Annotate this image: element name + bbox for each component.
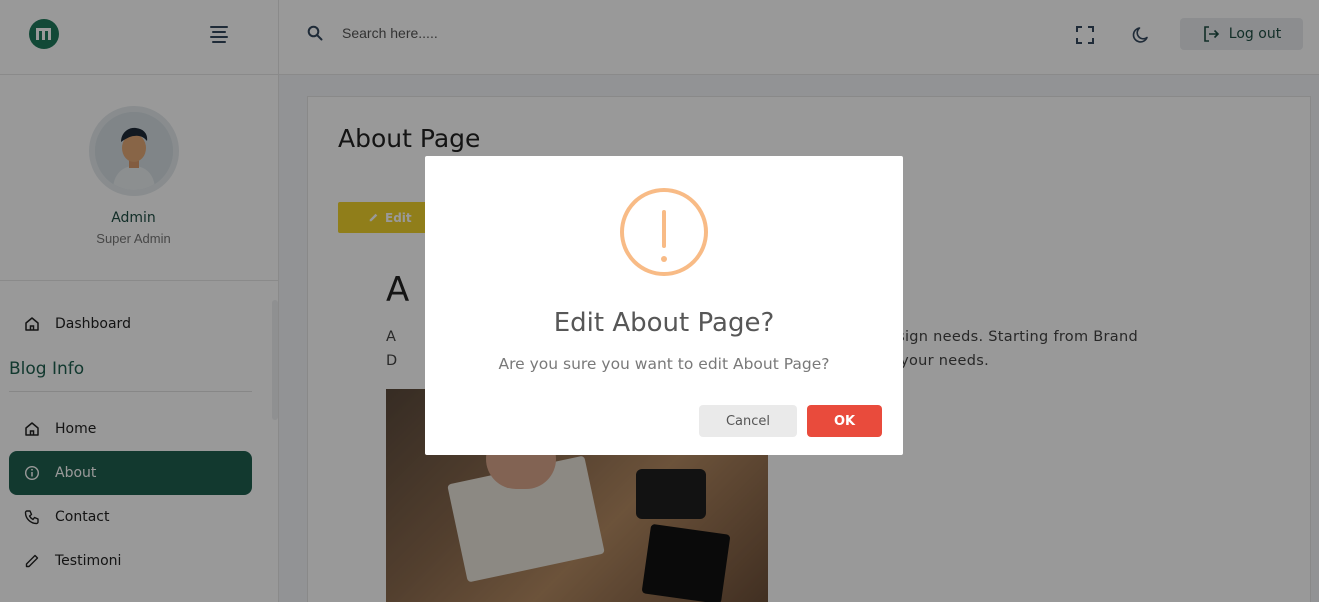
warning-icon — [620, 188, 708, 276]
cancel-button[interactable]: Cancel — [699, 405, 797, 437]
dialog-message: Are you sure you want to edit About Page… — [498, 355, 830, 373]
ok-button[interactable]: OK — [807, 405, 882, 437]
dialog-title: Edit About Page? — [553, 308, 775, 338]
confirm-dialog: Edit About Page? Are you sure you want t… — [425, 156, 903, 455]
